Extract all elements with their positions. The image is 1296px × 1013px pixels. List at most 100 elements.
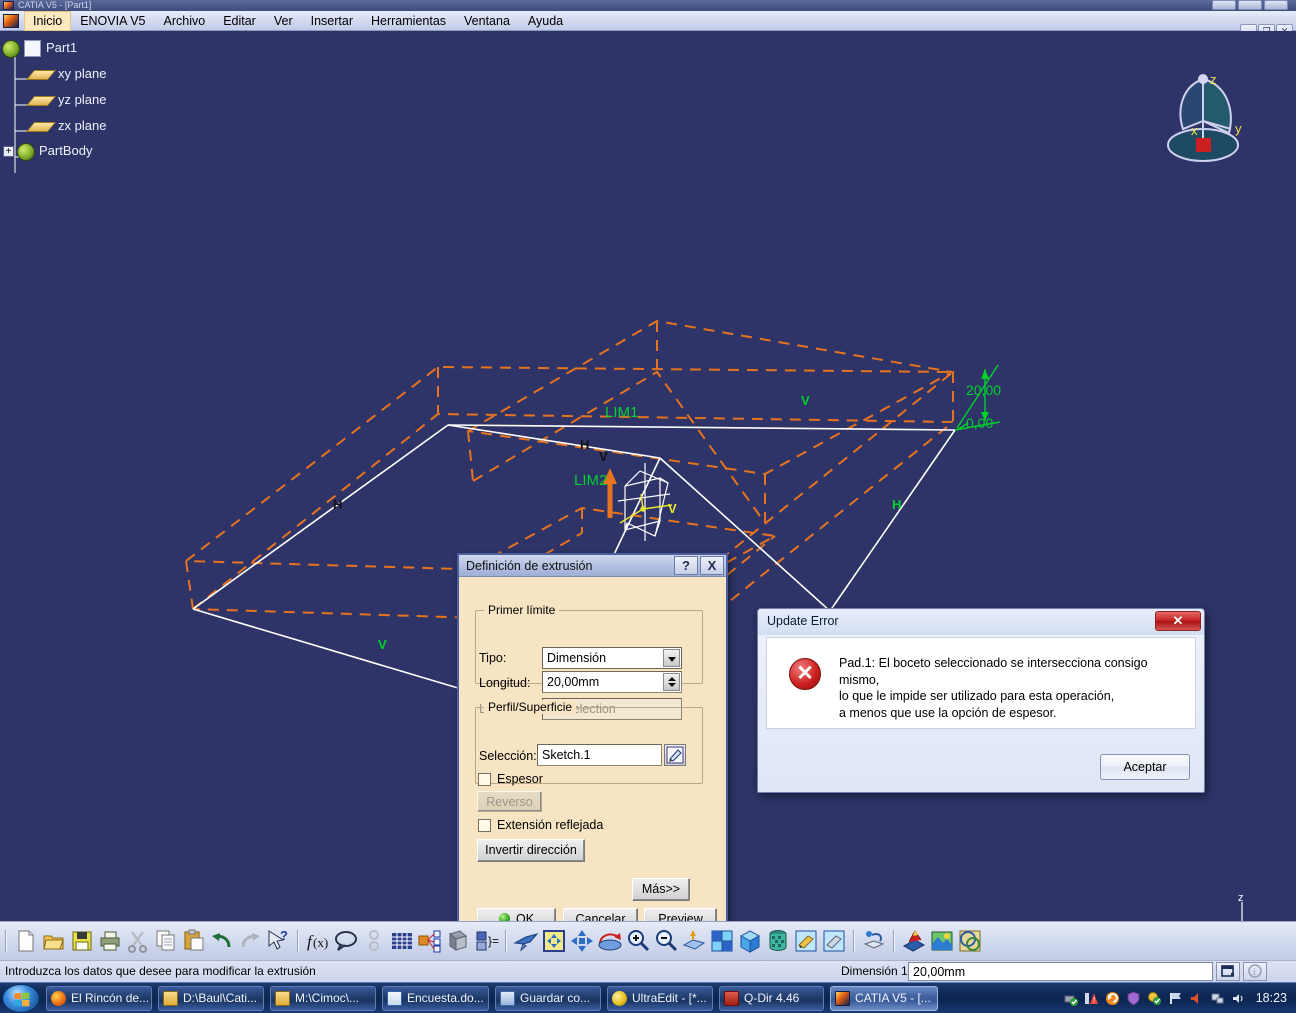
comment-icon[interactable] xyxy=(333,928,359,954)
3d-viewport[interactable]: 20,00 0,00 H V H V V H V LIM1 LIM2 z y x… xyxy=(0,31,1296,921)
thickness-checkbox[interactable] xyxy=(478,773,491,786)
cut-scissors-icon[interactable] xyxy=(125,928,151,954)
close-button[interactable]: X xyxy=(700,556,724,575)
taskbar-item-catia[interactable]: CATIA V5 - [... xyxy=(830,985,938,1011)
taskbar-item-ultraedit[interactable]: UltraEdit - [*... xyxy=(607,985,713,1011)
taskbar-item-cimoc-folder-label: M:\Cimoc\... xyxy=(295,990,360,1005)
apply-material-2-icon[interactable] xyxy=(901,928,927,954)
tree-node-partbody[interactable]: + PartBody xyxy=(3,141,92,161)
os-window-controls[interactable] xyxy=(1212,0,1288,11)
network-icon[interactable] xyxy=(1210,991,1225,1006)
volume-mute-icon[interactable] xyxy=(1189,991,1204,1006)
profile-selection-input[interactable]: Sketch.1 xyxy=(537,744,662,766)
taskbar-clock[interactable]: 18:23 xyxy=(1252,991,1296,1005)
menu-item-archivo[interactable]: Archivo xyxy=(155,11,215,31)
menu-item-herramientas[interactable]: Herramientas xyxy=(362,11,455,31)
limit-type-combo[interactable]: Dimensión xyxy=(542,647,682,669)
error-close-button[interactable]: ✕ xyxy=(1155,611,1201,631)
warning-icon[interactable]: ! xyxy=(1084,991,1099,1006)
fly-mode-icon[interactable] xyxy=(513,928,539,954)
preview-button[interactable]: Preview xyxy=(644,908,717,921)
safely-remove-hardware-icon[interactable] xyxy=(1063,991,1078,1006)
invert-direction-button[interactable]: Invertir dirección xyxy=(477,839,585,862)
tree-node-yz-plane[interactable]: yz plane xyxy=(25,90,106,110)
what-is-this-help-icon[interactable]: ? xyxy=(265,928,291,954)
menu-item-insertar[interactable]: Insertar xyxy=(302,11,362,31)
parameters-icon[interactable]: }= xyxy=(473,928,499,954)
length-stepper[interactable] xyxy=(663,673,680,691)
shading-material-icon[interactable] xyxy=(765,928,791,954)
analysis-icon[interactable] xyxy=(957,928,983,954)
rotate-icon[interactable] xyxy=(597,928,623,954)
update-icon[interactable] xyxy=(1105,991,1120,1006)
undo-icon[interactable] xyxy=(209,928,235,954)
publication-icon[interactable] xyxy=(417,928,443,954)
redo-icon[interactable] xyxy=(237,928,263,954)
formula-fx-icon[interactable]: f (x) xyxy=(305,928,331,954)
tree-node-zx-plane[interactable]: zx plane xyxy=(25,116,106,136)
taskbar-item-firefox[interactable]: El Rincón de... xyxy=(46,985,152,1011)
tree-node-part1[interactable]: Part1 xyxy=(2,38,77,58)
hide-show-icon[interactable] xyxy=(793,928,819,954)
taskbar-item-baul-folder[interactable]: D:\Baul\Cati... xyxy=(158,985,264,1011)
mirrored-extent-checkbox[interactable] xyxy=(478,819,491,832)
update-error-dialog[interactable]: Update Error ✕ ✕ Pad.1: El boceto selecc… xyxy=(757,608,1205,793)
taskbar-item-qdir[interactable]: Q-Dir 4.46 xyxy=(719,985,824,1011)
multi-view-icon[interactable] xyxy=(709,928,735,954)
render-scene-icon[interactable] xyxy=(929,928,955,954)
error-dialog-titlebar[interactable]: Update Error ✕ xyxy=(758,609,1204,635)
length-input[interactable]: 20,00mm xyxy=(542,671,682,693)
cancel-button[interactable]: Cancelar xyxy=(563,908,638,921)
taskbar-item-cimoc-folder[interactable]: M:\Cimoc\... xyxy=(270,985,376,1011)
save-icon[interactable] xyxy=(69,928,95,954)
info-icon[interactable]: i xyxy=(1243,962,1267,981)
apply-material-icon[interactable] xyxy=(361,928,387,954)
taskbar-item-encuesta-doc[interactable]: Encuesta.do... xyxy=(382,985,489,1011)
cutting-plane-icon[interactable] xyxy=(861,928,887,954)
tree-expander-plus-icon[interactable]: + xyxy=(3,146,14,158)
ok-button[interactable]: OK xyxy=(477,908,556,921)
measure-icon[interactable] xyxy=(445,928,471,954)
tree-node-xy-plane[interactable]: xy plane xyxy=(25,64,106,84)
sync-icon[interactable] xyxy=(1147,991,1162,1006)
extrusion-dialog-titlebar[interactable]: Definición de extrusión ? X xyxy=(459,555,726,577)
svg-text:z: z xyxy=(1238,892,1244,904)
swap-visible-icon[interactable] xyxy=(821,928,847,954)
chevron-down-icon[interactable] xyxy=(663,649,680,667)
menu-item-editar[interactable]: Editar xyxy=(214,11,265,31)
pan-icon[interactable] xyxy=(569,928,595,954)
start-orb[interactable] xyxy=(2,983,40,1013)
table-icon[interactable] xyxy=(389,928,415,954)
fit-all-in-icon[interactable] xyxy=(541,928,567,954)
restore-panel-icon[interactable] xyxy=(1216,962,1240,981)
normal-view-icon[interactable] xyxy=(681,928,707,954)
menu-item-ayuda[interactable]: Ayuda xyxy=(519,11,572,31)
extrusion-definition-dialog[interactable]: Definición de extrusión ? X Primer límit… xyxy=(457,553,728,921)
reverse-button[interactable]: Reverso xyxy=(477,791,542,812)
menu-item-inicio[interactable]: Inicio xyxy=(24,10,72,31)
zoom-out-icon[interactable] xyxy=(653,928,679,954)
os-close-button[interactable] xyxy=(1264,0,1288,10)
flag-icon[interactable] xyxy=(1168,991,1183,1006)
os-restore-button[interactable] xyxy=(1238,0,1262,10)
print-icon[interactable] xyxy=(97,928,123,954)
sketch-edit-icon[interactable] xyxy=(664,744,686,766)
menu-item-ventana[interactable]: Ventana xyxy=(455,11,519,31)
copy-icon[interactable] xyxy=(153,928,179,954)
new-document-icon[interactable] xyxy=(13,928,39,954)
menu-item-enovia-v5[interactable]: ENOVIA V5 xyxy=(71,11,154,31)
dimension-input[interactable]: 20,00mm xyxy=(908,962,1213,981)
os-minimize-button[interactable] xyxy=(1212,0,1236,10)
accept-button[interactable]: Aceptar xyxy=(1100,754,1190,780)
isometric-view-icon[interactable] xyxy=(737,928,763,954)
zoom-in-icon[interactable] xyxy=(625,928,651,954)
shield-icon[interactable] xyxy=(1126,990,1141,1006)
catia-app-icon[interactable] xyxy=(3,13,19,28)
open-folder-icon[interactable] xyxy=(41,928,67,954)
taskbar-item-guardar-como[interactable]: Guardar co... xyxy=(495,985,601,1011)
paste-icon[interactable] xyxy=(181,928,207,954)
speaker-icon[interactable] xyxy=(1231,991,1246,1006)
more-button[interactable]: Más>> xyxy=(632,878,690,901)
help-button[interactable]: ? xyxy=(674,556,698,575)
menu-item-ver[interactable]: Ver xyxy=(265,11,302,31)
